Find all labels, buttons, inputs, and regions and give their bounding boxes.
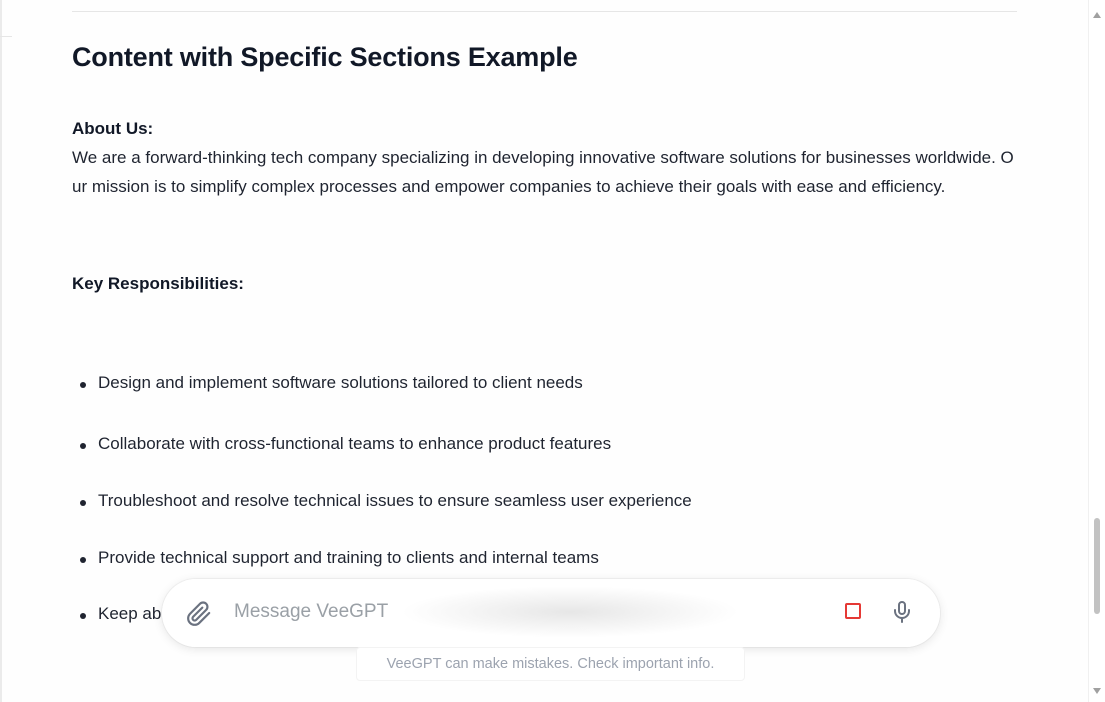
scroll-up-arrow-icon[interactable] (1093, 12, 1101, 18)
divider (0, 36, 12, 37)
list-item: Provide technical support and training t… (72, 548, 599, 568)
list-item-text: Collaborate with cross-functional teams … (98, 434, 612, 453)
divider (72, 11, 1017, 12)
list-item: Keep ab (72, 604, 161, 624)
about-body: We are a forward-thinking tech company s… (72, 148, 1014, 196)
stop-button[interactable] (845, 603, 861, 619)
about-heading: About Us: (72, 119, 154, 138)
bullet-icon (80, 500, 86, 506)
list-item-text: Keep ab (98, 604, 162, 623)
disclaimer-text: VeeGPT can make mistakes. Check importan… (356, 647, 745, 681)
bullet-icon (80, 613, 86, 619)
paperclip-icon (187, 601, 211, 626)
responsibilities-heading: Key Responsibilities: (72, 274, 244, 293)
scrollbar[interactable] (1088, 0, 1105, 702)
message-content: Content with Specific Sections Example (72, 38, 1022, 76)
bullet-icon (80, 443, 86, 449)
article-title: Content with Specific Sections Example (72, 42, 578, 72)
list-item: Design and implement software solutions … (72, 373, 583, 393)
bullet-icon (80, 557, 86, 563)
chat-viewport: Content with Specific Sections Example A… (0, 0, 1105, 702)
attach-button[interactable] (186, 601, 212, 627)
message-input[interactable] (232, 596, 816, 628)
list-item-text: Troubleshoot and resolve technical issue… (98, 491, 692, 510)
scrollbar-thumb[interactable] (1094, 518, 1100, 614)
microphone-button[interactable] (890, 600, 914, 624)
bullet-icon (80, 382, 86, 388)
list-item: Collaborate with cross-functional teams … (72, 434, 611, 454)
list-item: Troubleshoot and resolve technical issue… (72, 491, 692, 511)
left-border (0, 0, 2, 702)
microphone-icon (894, 601, 910, 623)
scroll-down-arrow-icon[interactable] (1093, 688, 1101, 694)
list-item-text: Design and implement software solutions … (98, 373, 583, 392)
list-item-text: Provide technical support and training t… (98, 548, 599, 567)
